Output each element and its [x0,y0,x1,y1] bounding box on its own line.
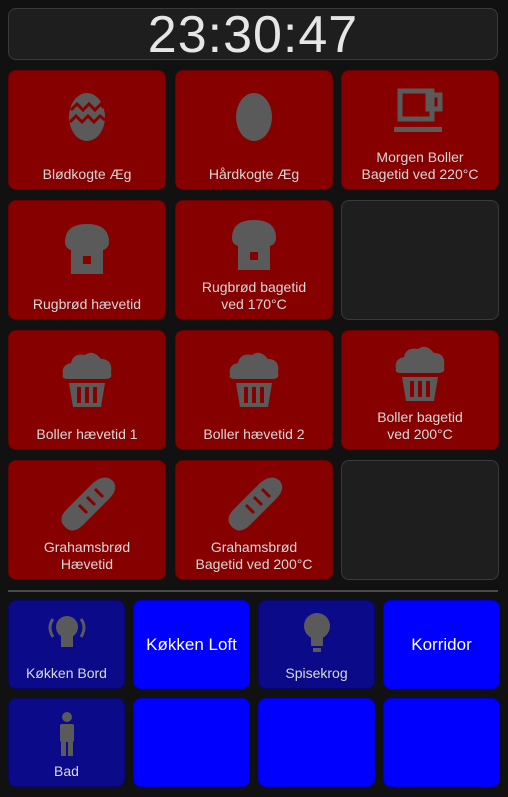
tile-rugbrod-bagetid[interactable]: Rugbrød bagetid ved 170°C [175,200,333,320]
tile-boller-haevetid-2[interactable]: Boller hævetid 2 [175,330,333,450]
coffee-cup-icon [342,81,498,141]
tile-label: Bad [54,763,79,779]
muffin-icon [9,349,165,409]
section-divider [8,590,498,592]
tile-label: Køkken Bord [26,665,107,681]
muffin-icon [342,343,498,403]
tile-label: Rugbrød bagetid ved 170°C [201,279,307,312]
tile-label: Boller hævetid 1 [36,426,138,442]
muffin-icon [176,349,332,409]
tile-kokken-loft[interactable]: Køkken Loft [133,600,250,689]
tile-spisekrog[interactable]: Spisekrog [258,600,375,689]
baguette-icon [9,475,165,535]
tile-label: Hårdkogte Æg [208,166,300,182]
tile-label: Grahamsbrød Bagetid ved 200°C [195,539,313,572]
tile-label: Køkken Loft [146,634,237,654]
tile-label: Rugbrød hævetid [32,296,142,312]
tile-blank[interactable] [383,698,500,787]
tile-empty[interactable] [341,460,499,580]
tile-label: Spisekrog [285,665,348,681]
tile-label: Grahamsbrød Hævetid [43,539,131,572]
tile-korridor[interactable]: Korridor [383,600,500,689]
clock-display: 23:30:47 [8,8,498,61]
bread-loaf-icon [176,215,332,275]
tile-label: Blødkogte Æg [42,166,132,182]
tile-rugbrod-haevetid[interactable]: Rugbrød hævetid [8,200,166,320]
tile-label: Morgen Boller Bagetid ved 220°C [361,149,479,182]
tile-grahamsbrod-haevetid[interactable]: Grahamsbrød Hævetid [8,460,166,580]
tile-blank[interactable] [133,698,250,787]
ceiling-light-icon [9,611,124,651]
tile-morgen-boller[interactable]: Morgen Boller Bagetid ved 220°C [341,70,499,190]
tile-kokken-bord[interactable]: Køkken Bord [8,600,125,689]
tile-blank[interactable] [258,698,375,787]
tile-label: Boller hævetid 2 [203,426,305,442]
tile-grahamsbrod-bagetid[interactable]: Grahamsbrød Bagetid ved 200°C [175,460,333,580]
tile-empty[interactable] [341,200,499,320]
tile-label: Boller bagetid ved 200°C [377,409,463,442]
tile-boller-haevetid-1[interactable]: Boller hævetid 1 [8,330,166,450]
tile-hardkogte-aeg[interactable]: Hårdkogte Æg [175,70,333,190]
lightbulb-icon [259,611,374,655]
baguette-icon [176,475,332,535]
person-icon [9,711,124,757]
bread-loaf-icon [9,219,165,279]
easter-egg-icon [9,85,165,145]
tile-label: Korridor [411,634,472,654]
tile-boller-bagetid[interactable]: Boller bagetid ved 200°C [341,330,499,450]
egg-icon [176,85,332,145]
tile-bad[interactable]: Bad [8,698,125,787]
tile-blodkogte-aeg[interactable]: Blødkogte Æg [8,70,166,190]
